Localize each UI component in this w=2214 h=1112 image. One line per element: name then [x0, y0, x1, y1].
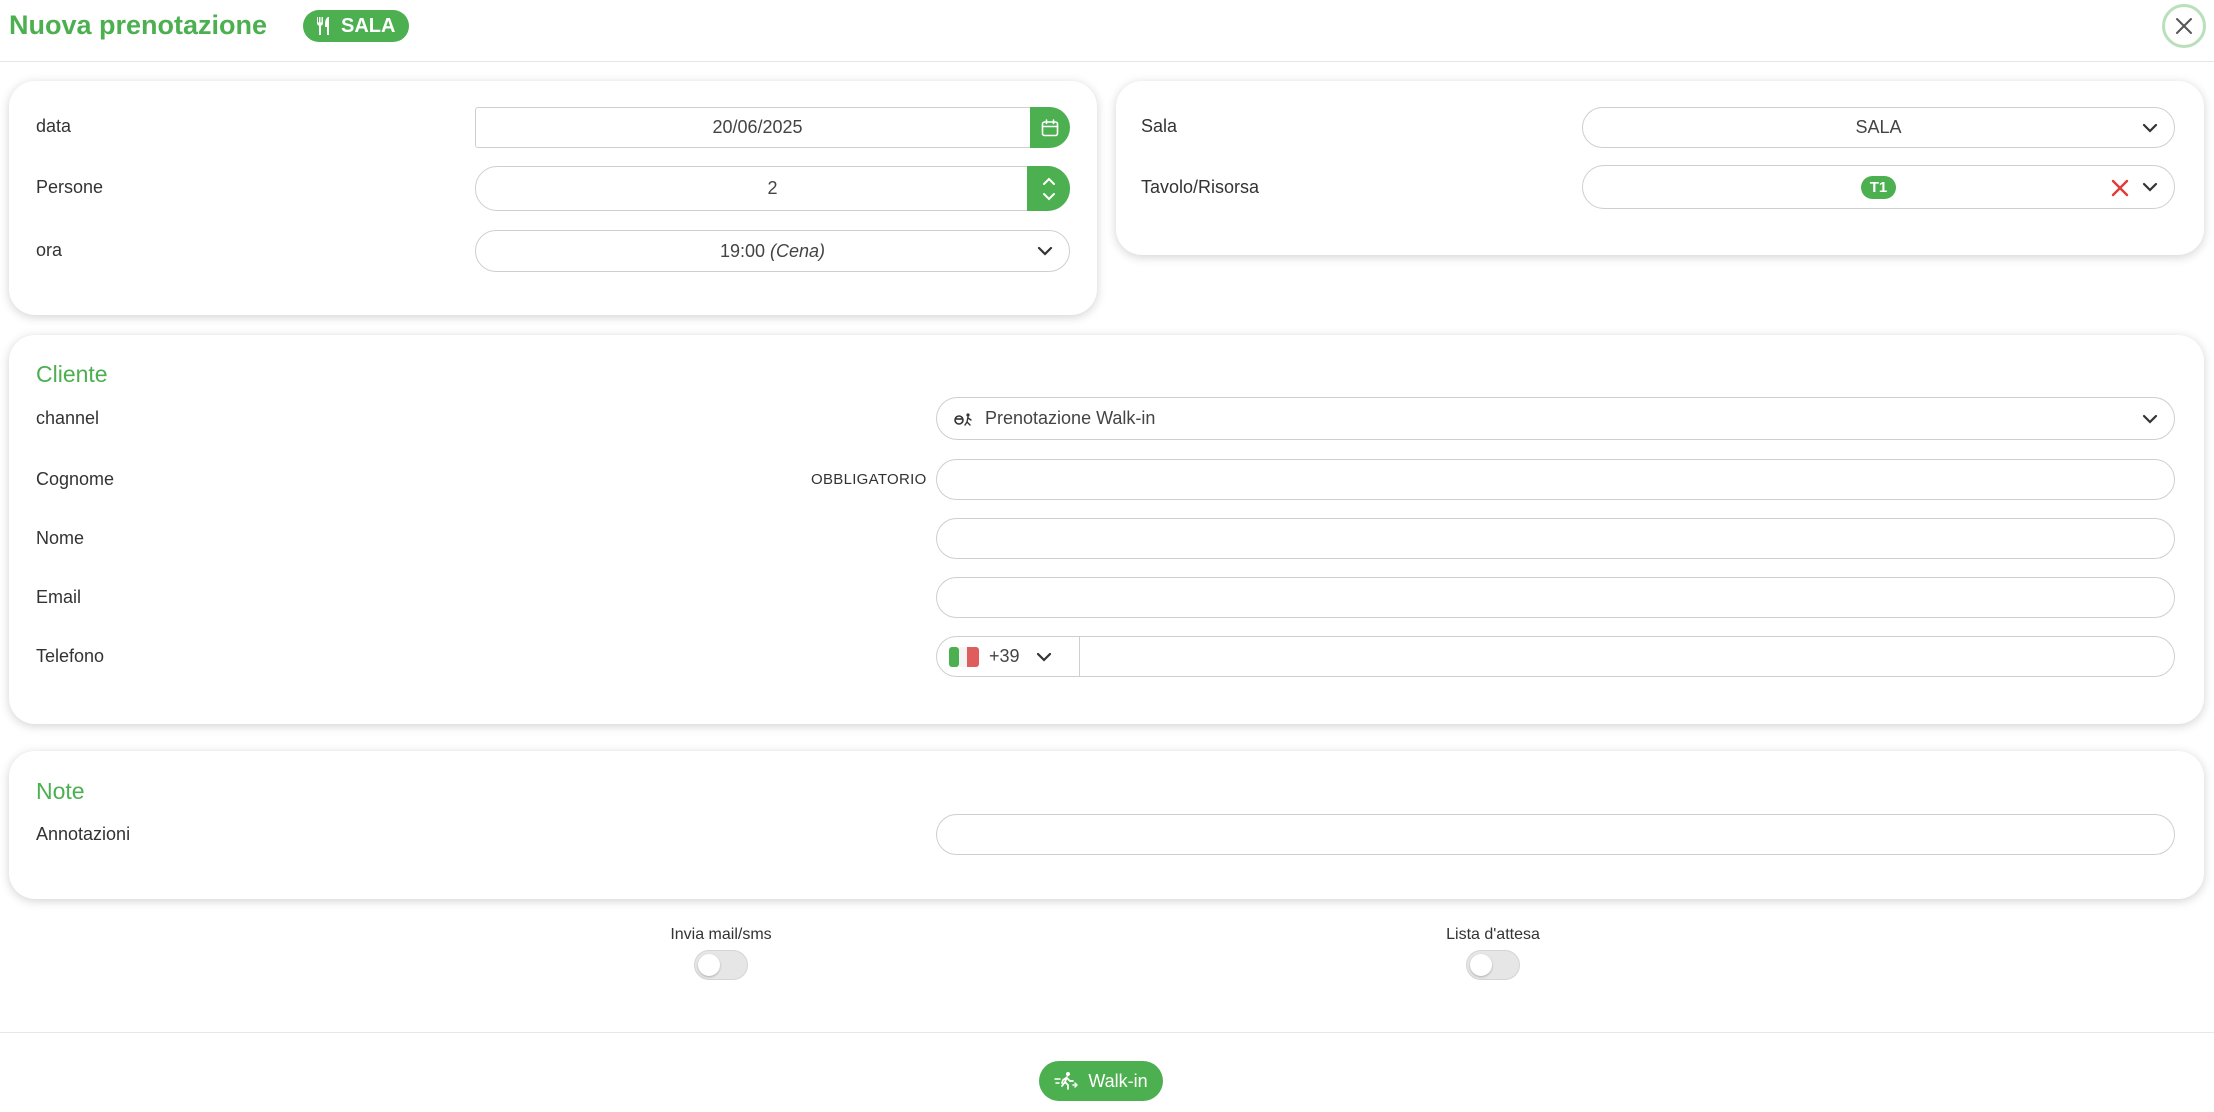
chevron-down-icon[interactable]: [2140, 177, 2160, 197]
sala-label: Sala: [1141, 116, 1178, 136]
sala-value: SALA: [1855, 117, 1902, 137]
chevron-down-icon: [2142, 414, 2158, 424]
people-field[interactable]: 2: [475, 166, 1070, 211]
time-value: 19:00: [719, 240, 765, 261]
waitlist-toggle[interactable]: [1466, 950, 1520, 980]
walk-in-icon: [954, 412, 972, 426]
client-card: Cliente channel Prenotazione Walk-in Cog…: [9, 335, 2204, 724]
date-label: data: [36, 116, 72, 136]
phone-field: +39: [936, 636, 2175, 677]
name-input[interactable]: [936, 518, 2175, 559]
table-label: Tavolo/Risorsa: [1141, 177, 1260, 197]
channel-select[interactable]: Prenotazione Walk-in: [936, 397, 2175, 440]
chevron-down-icon: [2142, 123, 2158, 133]
room-card: Sala SALA Tavolo/Risorsa T1: [1116, 81, 2204, 255]
chevron-down-icon: [1036, 652, 1051, 662]
time-label: ora: [36, 240, 63, 260]
country-code-select[interactable]: +39: [937, 637, 1080, 676]
time-service: (Cena): [770, 240, 826, 261]
chevron-down-icon: [1037, 246, 1053, 256]
waitlist-label: Lista d'attesa: [1446, 926, 1540, 943]
sala-select[interactable]: SALA: [1582, 107, 2175, 148]
phone-input[interactable]: [1080, 637, 2174, 676]
phone-prefix: +39: [989, 646, 1020, 666]
annotations-input[interactable]: [936, 814, 2175, 855]
page-title: Nuova prenotazione: [9, 10, 268, 40]
sala-badge: SALA: [303, 10, 410, 42]
surname-label: Cognome: [36, 469, 115, 489]
fork-knife-icon: [317, 17, 329, 35]
channel-label: channel: [36, 408, 100, 428]
channel-value: Prenotazione Walk-in: [985, 408, 1156, 428]
send-notification-label: Invia mail/sms: [670, 926, 772, 943]
walk-in-button[interactable]: Walk-in: [1039, 1061, 1163, 1101]
people-label: Persone: [36, 177, 104, 197]
notes-card: Note Annotazioni: [9, 751, 2204, 899]
modal-header: Nuova prenotazione SALA: [0, 0, 2214, 62]
calendar-icon: [1041, 118, 1059, 136]
footer-divider: [0, 1032, 2214, 1033]
calendar-button[interactable]: [1030, 107, 1070, 148]
booking-card: data 20/06/2025 Persone 2 ora 19:00 (Cen…: [9, 81, 1097, 315]
date-field[interactable]: 20/06/2025: [475, 107, 1040, 148]
table-select[interactable]: T1: [1582, 165, 2175, 209]
client-section-title: Cliente: [36, 361, 108, 387]
italy-flag-icon: [949, 646, 979, 667]
sala-badge-label: SALA: [341, 14, 396, 37]
time-select[interactable]: 19:00 (Cena): [475, 230, 1070, 272]
chevron-up-icon[interactable]: [1042, 177, 1056, 186]
walk-in-icon: [1054, 1072, 1079, 1090]
chevron-down-icon[interactable]: [1042, 192, 1056, 201]
table-chip[interactable]: T1: [1860, 175, 1897, 199]
name-label: Nome: [36, 528, 85, 548]
annotations-label: Annotazioni: [36, 824, 131, 844]
clear-icon[interactable]: [2110, 178, 2130, 198]
people-value: 2: [767, 178, 778, 198]
walk-in-button-label: Walk-in: [1088, 1070, 1148, 1091]
surname-input[interactable]: [936, 459, 2175, 500]
close-icon: [2176, 18, 2192, 34]
close-button[interactable]: [2162, 4, 2206, 48]
email-label: Email: [36, 587, 82, 607]
required-tag: OBBLIGATORIO: [811, 471, 927, 488]
people-stepper[interactable]: [1027, 166, 1070, 211]
phone-label: Telefono: [36, 646, 105, 666]
send-notification-toggle[interactable]: [694, 950, 748, 980]
date-value: 20/06/2025: [712, 117, 803, 137]
email-input[interactable]: [936, 577, 2175, 618]
notes-section-title: Note: [36, 778, 85, 804]
